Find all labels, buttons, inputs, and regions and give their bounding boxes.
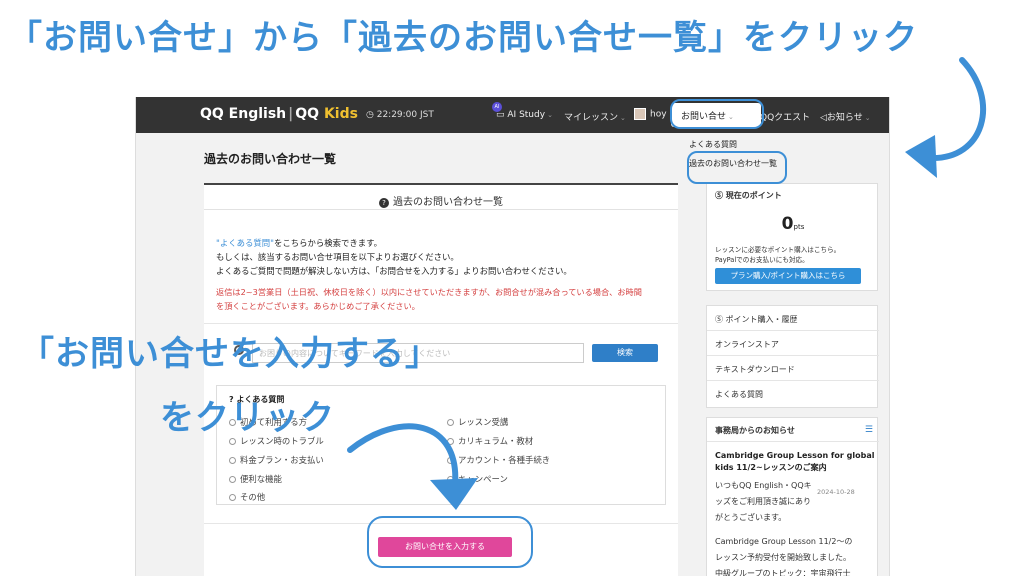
card-header-label: 過去のお問い合わせ一覧 xyxy=(393,197,503,208)
sidebar-links: Ⓢ ポイント購入・履歴 オンラインストア テキストダウンロード よくある質問 xyxy=(706,305,879,408)
nav-user-label: hoy xyxy=(650,109,667,120)
avatar xyxy=(634,108,646,120)
circle-arrow-icon xyxy=(447,476,454,483)
sidebar-item-label: ポイント購入・履歴 xyxy=(725,315,798,324)
news-body-line: Cambridge Group Lesson 11/2〜の xyxy=(715,537,853,546)
clock-display: ◷ 22:29:00 JST xyxy=(366,110,434,120)
faq-category-item[interactable]: アカウント・各種手続き xyxy=(447,454,550,466)
points-text-1: レッスンに必要なポイント購入はこちら。 xyxy=(715,246,841,254)
sidebar-item-faq[interactable]: よくある質問 xyxy=(707,381,879,406)
question-icon: ? xyxy=(379,198,389,208)
nav-user-menu[interactable]: hoy xyxy=(634,108,667,120)
news-header: 事務局からのお知らせ ☰ xyxy=(707,418,879,442)
points-title-label: 現在のポイント xyxy=(725,191,782,200)
faq-category-item[interactable]: レッスン受講 xyxy=(447,416,508,428)
faq-category-label: カリキュラム・教材 xyxy=(458,436,534,446)
news-title[interactable]: Cambridge Group Lesson for global kids 1… xyxy=(715,450,875,474)
search-button[interactable]: 検索 xyxy=(592,344,658,362)
page-title: 過去のお問い合わせ一覧 xyxy=(204,152,337,166)
instruction-caption-click: をクリック xyxy=(160,398,335,438)
coin-icon: Ⓢ xyxy=(715,191,723,200)
faq-category-item[interactable]: カリキュラム・教材 xyxy=(447,435,533,447)
qq-english-logo[interactable]: QQ English | QQ Kids xyxy=(200,106,358,122)
chevron-down-icon: ⌄ xyxy=(864,114,871,122)
nav-news-label: お知らせ xyxy=(826,113,863,123)
points-value: 0pts xyxy=(707,214,879,234)
faq-category-item[interactable]: 便利な機能 xyxy=(229,473,282,485)
chevron-down-icon: ⌄ xyxy=(547,111,553,119)
faq-category-item[interactable]: その他 xyxy=(229,491,265,503)
chevron-down-icon: ⌄ xyxy=(620,114,626,122)
news-card: 事務局からのお知らせ ☰ Cambridge Group Lesson for g… xyxy=(706,417,879,576)
instruction-caption-top: 「お問い合せ」から「過去のお問い合せ一覧」をクリック xyxy=(8,18,918,58)
points-unit: pts xyxy=(793,223,805,231)
circle-arrow-icon xyxy=(447,457,454,464)
faq-category-label: キャンペーン xyxy=(458,474,508,484)
circle-arrow-icon xyxy=(229,476,236,483)
logo-qq-english: QQ English xyxy=(200,106,287,122)
highlight-oval-inquiry-menu xyxy=(670,99,764,129)
faq-category-label: 料金プラン・お支払い xyxy=(240,455,324,465)
news-body-line: レッスン予約受付を開始致しました。 xyxy=(715,553,851,562)
faq-category-item[interactable]: 料金プラン・お支払い xyxy=(229,454,324,466)
faq-category-label: 便利な機能 xyxy=(240,474,282,484)
curved-arrow-icon xyxy=(927,57,987,162)
circle-arrow-icon xyxy=(229,494,236,501)
nav-ai-study[interactable]: ▭ AI Study ⌄ xyxy=(496,110,553,120)
faq-category-label: その他 xyxy=(240,492,266,502)
robot-icon: ▭ xyxy=(496,110,505,120)
points-card: Ⓢ 現在のポイント 0pts レッスンに必要なポイント購入はこちら。 PayPa… xyxy=(706,183,878,291)
news-body-line: いつもQQ English・QQキ xyxy=(715,481,812,490)
nav-my-lessons-label: マイレッスン xyxy=(564,113,619,123)
news-body-line: ッズをご利用頂き誠にあり xyxy=(715,497,811,506)
circle-arrow-icon xyxy=(447,419,454,426)
logo-kids: Kids xyxy=(323,106,358,122)
nav-news[interactable]: ◁お知らせ ⌄ xyxy=(820,110,871,123)
circle-arrow-icon xyxy=(229,438,236,445)
news-date: 2024-10-28 xyxy=(817,488,855,496)
coin-icon: Ⓢ xyxy=(715,315,723,324)
list-icon[interactable]: ☰ xyxy=(865,425,873,435)
faq-category-label: アカウント・各種手続き xyxy=(458,455,551,465)
highlight-oval-submit-button xyxy=(367,516,533,568)
nav-ai-study-label: AI Study xyxy=(507,110,546,120)
reply-notice-line-1: 返信は2~3営業日（土日祝、休校日を除く）以内にさせていただきますが、お問合せが… xyxy=(216,287,642,297)
nav-my-lessons[interactable]: マイレッスン ⌄ xyxy=(564,110,626,123)
circle-arrow-icon xyxy=(447,438,454,445)
divider xyxy=(204,209,678,210)
card-header: ? 過去のお問い合わせ一覧 xyxy=(204,193,678,208)
points-text-2: PayPalでのお支払いにも対応。 xyxy=(715,256,809,264)
intro-line-2: もしくは、該当するお問い合せ項目を以下よりお選びください。 xyxy=(216,252,459,262)
buy-points-button[interactable]: プラン購入/ポイント購入はこちら xyxy=(715,268,861,284)
instruction-caption-middle: 「お問い合せを入力する」 xyxy=(20,334,440,374)
arrowhead-icon xyxy=(905,135,937,178)
news-header-label: 事務局からのお知らせ xyxy=(715,426,795,435)
points-title: Ⓢ 現在のポイント xyxy=(715,190,782,201)
reply-notice-line-2: を頂くことがございます。あらかじめご了承ください。 xyxy=(216,301,420,311)
highlight-oval-past-inquiries xyxy=(687,151,787,184)
faq-category-label: レッスン受講 xyxy=(458,417,509,427)
news-body-line: がとうございます。 xyxy=(715,513,787,522)
intro-line-3: よくあるご質問で問題が解決しない方は、「お問合せを入力する」よりお問い合わせくだ… xyxy=(216,266,572,276)
intro-line-1-text: をこちらから検索できます。 xyxy=(273,238,383,248)
intro-line-1: "よくある質問"をこちらから検索できます。 xyxy=(216,237,382,249)
logo-qq: QQ xyxy=(295,106,320,122)
faq-category-item[interactable]: キャンペーン xyxy=(447,473,508,485)
sidebar-item-online-store[interactable]: オンラインストア xyxy=(707,331,879,356)
nav-qq-quest[interactable]: QQクエスト xyxy=(760,110,810,123)
faq-link[interactable]: "よくある質問" xyxy=(216,238,274,248)
news-body-line: 中級グループのトピック：宇宙飛行士 xyxy=(715,569,851,576)
sidebar-item-text-download[interactable]: テキストダウンロード xyxy=(707,356,879,381)
sidebar-item-points-history[interactable]: Ⓢ ポイント購入・履歴 xyxy=(707,306,879,331)
circle-arrow-icon xyxy=(229,457,236,464)
divider xyxy=(204,323,678,324)
speaker-icon: ◁ xyxy=(820,113,827,123)
top-navbar: QQ English | QQ Kids ◷ 22:29:00 JST AI ▭ A… xyxy=(136,97,889,133)
points-number: 0 xyxy=(781,214,794,234)
